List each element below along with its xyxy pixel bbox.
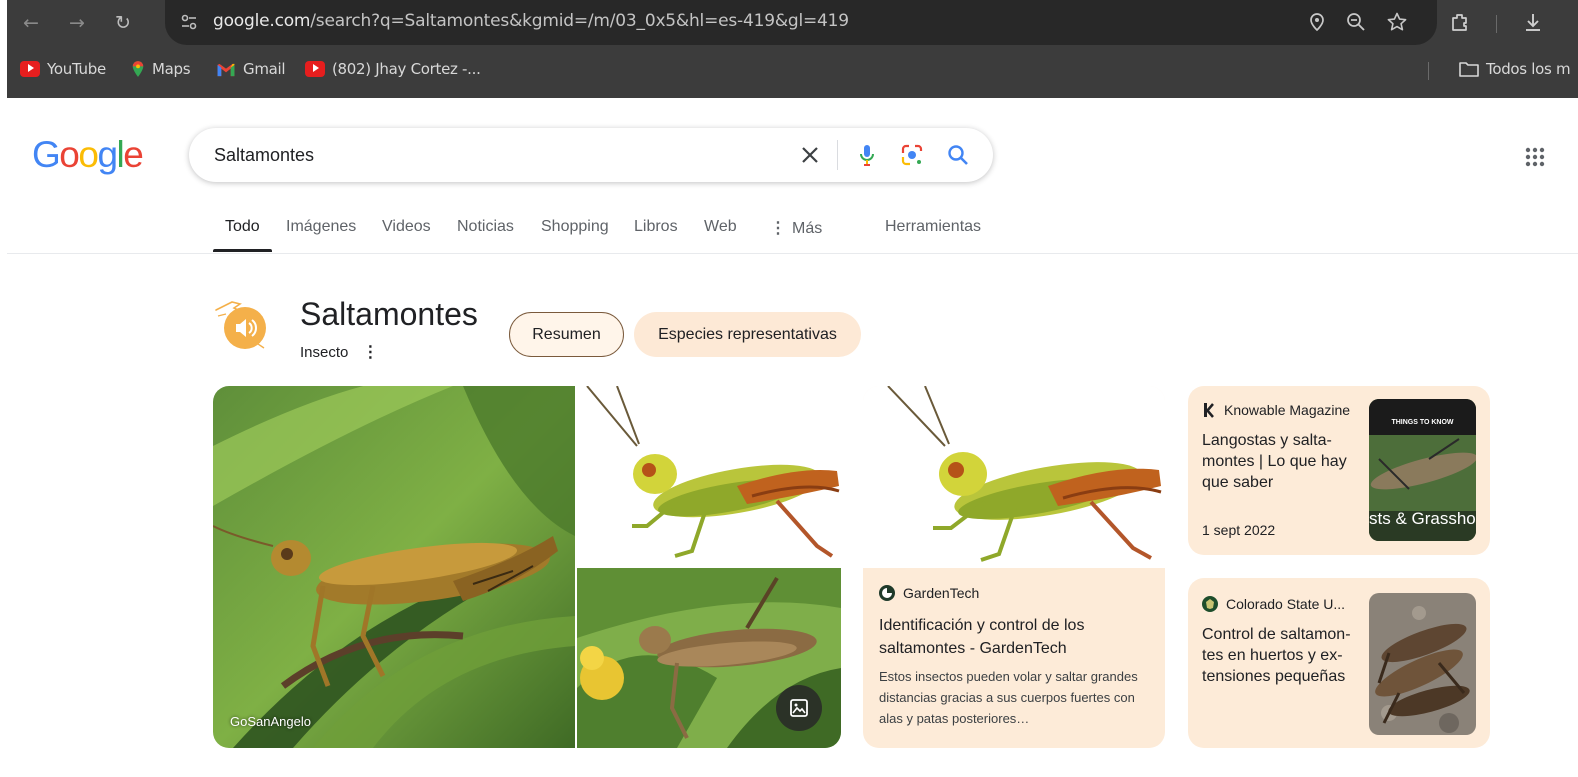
more-options-icon[interactable]: ⋮ xyxy=(362,342,378,362)
logo-letter: o xyxy=(78,134,99,175)
thumb-caption-top: THINGS TO KNOW xyxy=(1391,419,1454,426)
bookmark-youtube[interactable]: YouTube xyxy=(20,60,106,78)
tools-button[interactable]: Herramientas xyxy=(885,218,981,236)
source-label: GardenTech xyxy=(903,585,980,601)
bookmark-star-icon[interactable] xyxy=(1386,11,1408,33)
logo-letter: o xyxy=(59,134,80,175)
more-vert-icon: ⋮ xyxy=(770,220,786,237)
folder-icon xyxy=(1459,62,1479,77)
gardentech-description: Estos insectos pueden volar y saltar gra… xyxy=(879,669,1138,726)
logo-letter: g xyxy=(97,134,118,175)
back-arrow-icon[interactable]: ← xyxy=(23,8,39,38)
tab-videos[interactable]: Videos xyxy=(382,218,431,236)
forward-arrow-icon[interactable]: → xyxy=(69,8,85,38)
colorado-title[interactable]: Control de saltamon-tes en huertos y ex-… xyxy=(1202,624,1362,687)
grasshopper-photo-main[interactable] xyxy=(213,386,575,748)
knowledge-subtitle-row: Insecto ⋮ xyxy=(300,342,378,362)
reload-icon[interactable]: ↻ xyxy=(115,8,131,38)
knowable-title[interactable]: Langostas y salta-montes | Lo que hay qu… xyxy=(1202,430,1362,493)
chip-resumen[interactable]: Resumen xyxy=(509,312,624,357)
bookmark-label: YouTube xyxy=(47,60,106,78)
tab-shopping[interactable]: Shopping xyxy=(541,218,609,236)
knowledge-title: Saltamontes xyxy=(300,296,478,332)
url-path: /search?q=Saltamontes&kgmid=/m/03_0x5&hl… xyxy=(310,11,849,31)
url-text[interactable]: google.com/search?q=Saltamontes&kgmid=/m… xyxy=(213,11,849,31)
bookmarks-divider xyxy=(1428,62,1429,80)
grasshopper-photo-gardentech[interactable] xyxy=(863,386,1165,568)
maps-pin-icon xyxy=(132,61,144,77)
view-images-button[interactable] xyxy=(776,685,822,731)
google-logo[interactable]: Google xyxy=(32,134,144,176)
bookmark-maps[interactable]: Maps xyxy=(131,60,191,78)
youtube-icon xyxy=(305,61,325,77)
url-host: google.com xyxy=(213,11,311,31)
bookmark-label: Gmail xyxy=(243,60,286,78)
result-card-knowable[interactable]: Knowable Magazine Langostas y salta-mont… xyxy=(1188,386,1490,555)
bookmark-gmail[interactable]: Gmail xyxy=(216,60,286,78)
thumb-caption-bottom: sts & Grassho xyxy=(1369,509,1476,528)
grasshoppers-ground-image xyxy=(1369,593,1476,735)
search-divider xyxy=(837,140,838,170)
image-collage[interactable]: GoSanAngelo xyxy=(213,386,841,748)
page: ← → ↻ google.com/search?q=Saltamontes&kg… xyxy=(0,0,1578,777)
download-icon[interactable] xyxy=(1522,11,1544,33)
all-bookmarks-label: Todos los m xyxy=(1486,60,1571,78)
knowable-thumbnail[interactable]: THINGS TO KNOW sts & Grassho xyxy=(1369,399,1476,541)
colorado-source[interactable]: Colorado State U... xyxy=(1202,596,1345,612)
chip-especies-representativas[interactable]: Especies representativas xyxy=(634,312,861,357)
tab-todo[interactable]: Todo xyxy=(225,218,260,236)
all-bookmarks[interactable]: Todos los m xyxy=(1459,60,1571,78)
search-icon[interactable] xyxy=(945,142,971,168)
tab-web[interactable]: Web xyxy=(704,218,737,236)
logo-letter: G xyxy=(32,134,61,175)
result-card-gardentech[interactable]: GardenTech Identificación y control de l… xyxy=(863,386,1165,748)
image-icon xyxy=(790,699,808,717)
bookmarks-bar: YouTube Maps Gmail (802) Jhay Cortez -..… xyxy=(7,56,1578,86)
browser-chrome: ← → ↻ google.com/search?q=Saltamontes&kg… xyxy=(7,0,1578,98)
knowable-favicon-icon xyxy=(1204,403,1214,418)
tab-mas-label: Más xyxy=(792,220,823,237)
bookmark-jhay-cortez[interactable]: (802) Jhay Cortez -... xyxy=(305,60,481,78)
image-credit: GoSanAngelo xyxy=(230,714,311,729)
site-settings-icon[interactable] xyxy=(179,12,199,32)
header-divider xyxy=(7,253,1578,254)
pronunciation-speaker-icon[interactable] xyxy=(212,294,272,354)
knowable-source[interactable]: Knowable Magazine xyxy=(1202,402,1350,418)
google-lens-icon[interactable] xyxy=(899,142,925,168)
youtube-icon xyxy=(20,61,40,77)
apps-grid-icon[interactable] xyxy=(1524,146,1546,168)
tab-mas[interactable]: ⋮ Más xyxy=(770,218,822,238)
address-bar[interactable]: google.com/search?q=Saltamontes&kgmid=/m… xyxy=(165,0,1437,45)
extensions-icon[interactable] xyxy=(1449,11,1471,33)
gardentech-favicon-icon xyxy=(879,585,895,601)
bookmark-label: (802) Jhay Cortez -... xyxy=(332,60,481,78)
colorado-state-favicon-icon xyxy=(1202,596,1218,612)
gardentech-source[interactable]: GardenTech xyxy=(879,585,979,601)
tab-noticias[interactable]: Noticias xyxy=(457,218,514,236)
gardentech-title[interactable]: Identificación y control de los saltamon… xyxy=(879,614,1155,660)
source-label: Knowable Magazine xyxy=(1224,402,1351,418)
microphone-icon[interactable] xyxy=(854,142,880,168)
toolbar-divider xyxy=(1496,15,1497,33)
bookmark-label: Maps xyxy=(152,60,191,78)
knowable-date: 1 sept 2022 xyxy=(1202,522,1276,538)
result-card-colorado[interactable]: Colorado State U... Control de saltamon-… xyxy=(1188,578,1490,748)
source-label: Colorado State U... xyxy=(1226,596,1346,612)
location-icon[interactable] xyxy=(1306,11,1328,33)
colorado-thumbnail[interactable] xyxy=(1369,593,1476,735)
active-tab-indicator xyxy=(213,249,272,252)
grasshopper-photo-white[interactable] xyxy=(577,386,841,566)
gmail-icon xyxy=(217,63,235,76)
tab-imagenes[interactable]: Imágenes xyxy=(286,218,356,236)
close-icon[interactable] xyxy=(797,142,823,168)
logo-letter: e xyxy=(123,134,144,175)
zoom-out-icon[interactable] xyxy=(1345,11,1367,33)
knowledge-subtitle: Insecto xyxy=(300,343,349,361)
search-box[interactable]: Saltamontes xyxy=(189,128,993,182)
search-input[interactable]: Saltamontes xyxy=(214,145,314,166)
tab-libros[interactable]: Libros xyxy=(634,218,678,236)
